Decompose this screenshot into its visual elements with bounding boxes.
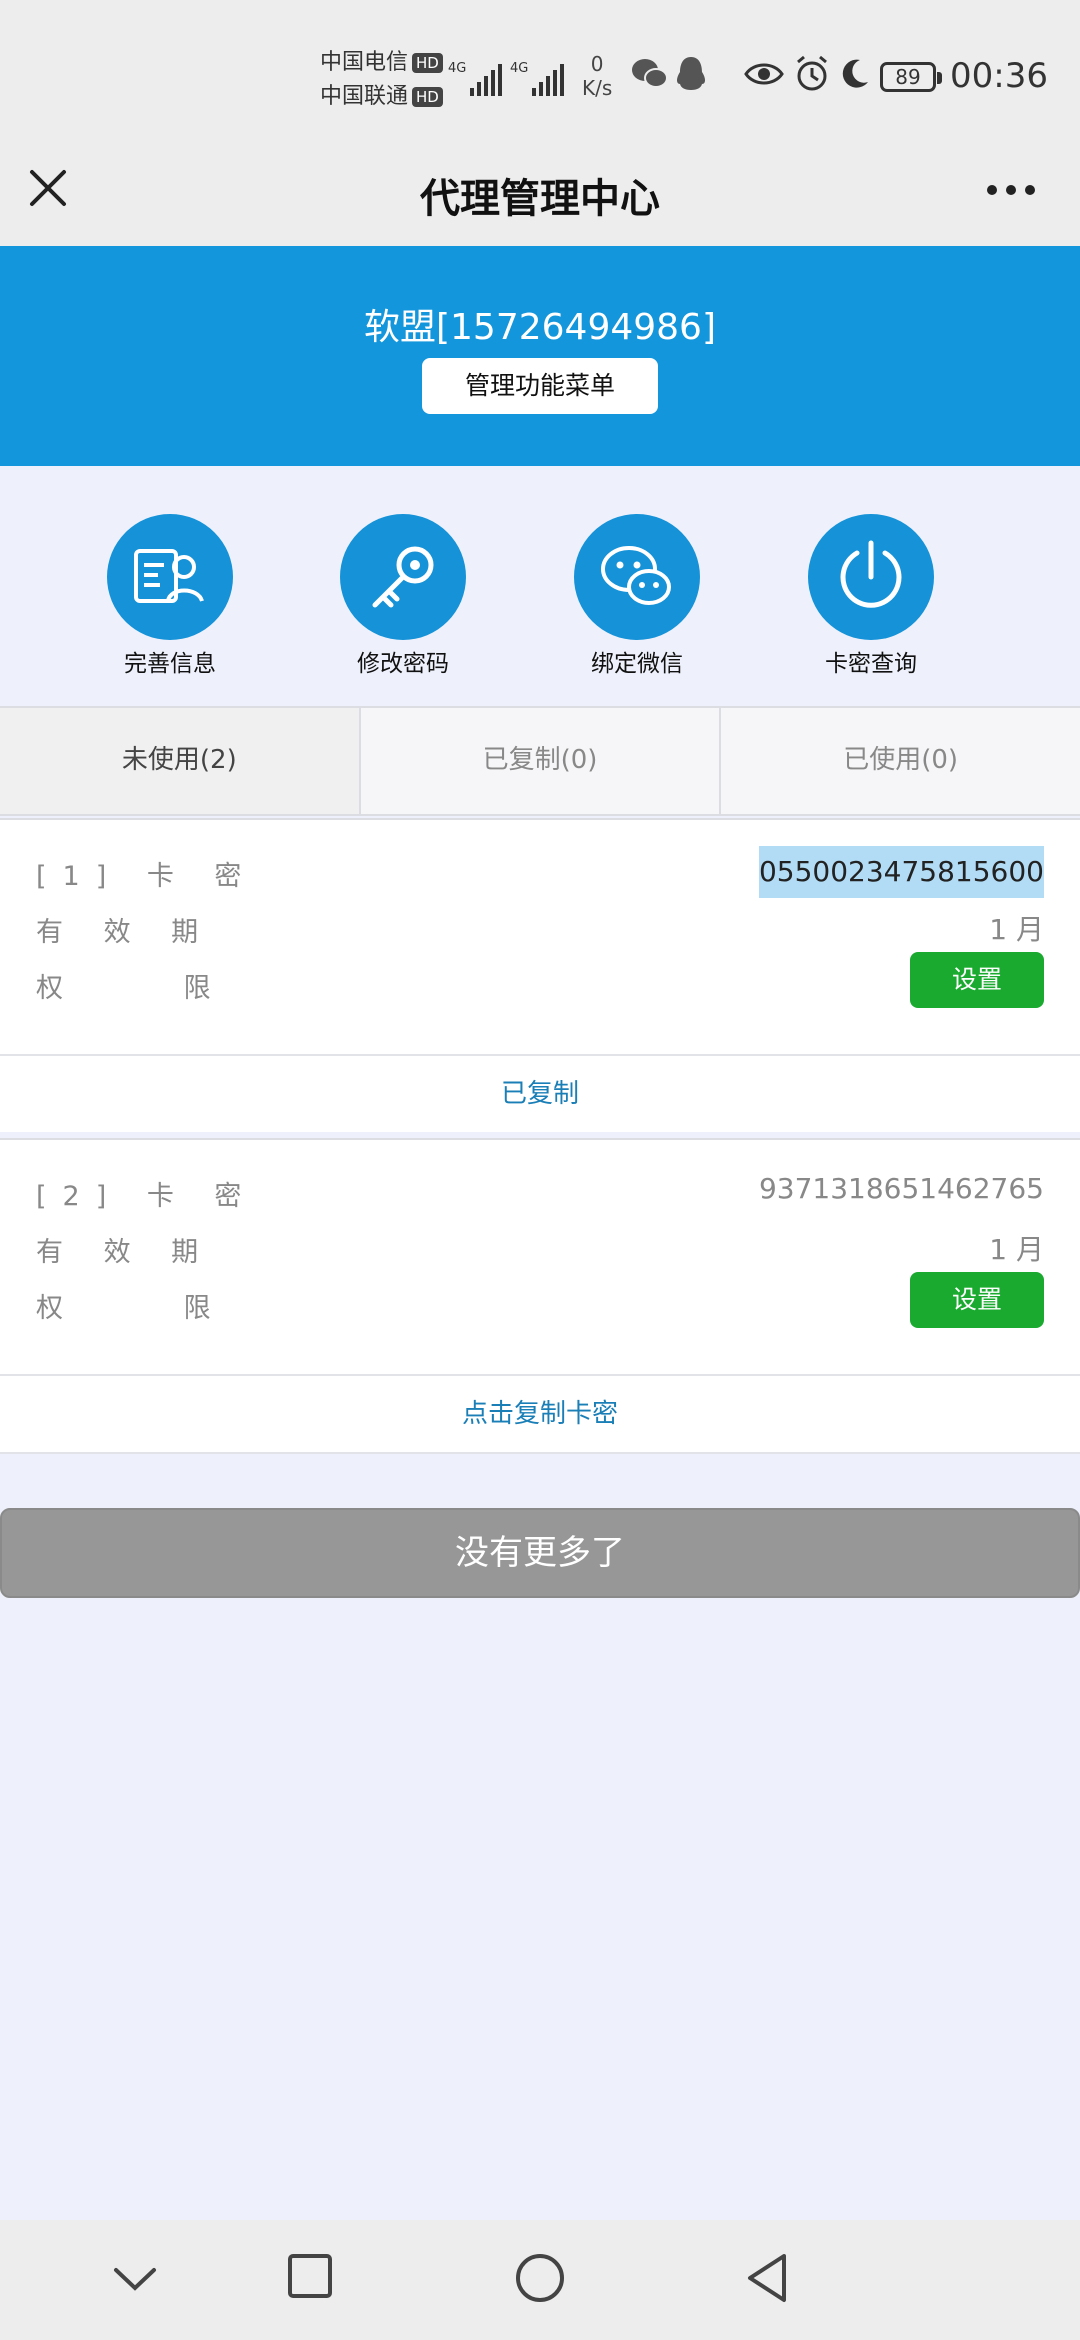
- hd-badge: HD: [412, 53, 443, 73]
- page-title: 代理管理中心: [420, 176, 660, 222]
- home-icon[interactable]: [514, 2252, 566, 2304]
- eye-icon: [744, 63, 784, 85]
- quick-actions: 完善信息 修改密码 绑定微信 卡密查询: [0, 466, 1080, 706]
- power-icon: [840, 540, 902, 608]
- wechat-icon: [601, 546, 671, 605]
- moon-icon: [842, 59, 868, 88]
- carrier-info: 中国电信 HD 中国联通 HD: [320, 46, 443, 114]
- back-icon[interactable]: [744, 2252, 792, 2304]
- hd-badge: HD: [412, 87, 443, 107]
- validity-value: 1 月: [989, 1233, 1044, 1266]
- system-nav-bar: [0, 2220, 1080, 2340]
- tab-used[interactable]: 已使用(0): [721, 708, 1080, 814]
- action-label: 完善信息: [124, 651, 216, 677]
- permission-label: 权 限: [36, 973, 267, 1004]
- svg-text:4G: 4G: [510, 61, 528, 76]
- validity-value: 1 月: [989, 913, 1044, 946]
- network-speed: 0 K/s: [582, 52, 613, 100]
- card-status-tabs: 未使用(2) 已复制(0) 已使用(0): [0, 706, 1080, 816]
- signal-4g-icon: 4G: [510, 61, 564, 96]
- chevron-down-icon[interactable]: [110, 2264, 160, 2294]
- action-label: 绑定微信: [591, 651, 683, 677]
- card-code[interactable]: 0550023475815600: [758, 846, 1044, 898]
- svg-text:4G: 4G: [448, 61, 466, 76]
- action-label: 修改密码: [357, 651, 449, 677]
- action-change-password[interactable]: 修改密码: [313, 514, 493, 678]
- status-bar: 中国电信 HD 中国联通 HD 4G 4G 0 K/s 89 00:36: [0, 0, 1080, 150]
- permission-label: 权 限: [36, 1293, 267, 1324]
- recent-apps-icon[interactable]: [286, 2252, 334, 2300]
- validity-label: 有 效 期: [36, 917, 215, 948]
- card-item: [1] 卡 密 0550023475815600 有 效 期 1 月 权 限 设…: [0, 818, 1080, 1056]
- validity-label: 有 效 期: [36, 1237, 215, 1268]
- action-card-query[interactable]: 卡密查询: [781, 514, 961, 678]
- alarm-icon: [797, 55, 827, 91]
- wechat-notify-icon: [632, 59, 668, 88]
- action-bind-wechat[interactable]: 绑定微信: [547, 514, 727, 678]
- card-index-label: [2] 卡 密: [36, 1181, 258, 1212]
- no-more-button[interactable]: 没有更多了: [0, 1508, 1080, 1598]
- key-icon: [372, 546, 434, 608]
- signal-4g-icon: 4G: [448, 61, 502, 96]
- management-menu-button[interactable]: 管理功能菜单: [422, 358, 658, 414]
- settings-button[interactable]: 设置: [910, 1272, 1044, 1328]
- tab-unused[interactable]: 未使用(2): [0, 708, 361, 814]
- qq-notify-icon: [677, 57, 705, 90]
- action-label: 卡密查询: [825, 651, 917, 677]
- action-complete-info[interactable]: 完善信息: [80, 514, 260, 678]
- carrier-2: 中国联通: [320, 84, 409, 109]
- agent-account: 软盟[15726494986]: [363, 307, 717, 348]
- carrier-1: 中国电信: [320, 50, 409, 75]
- tab-copied[interactable]: 已复制(0): [361, 708, 722, 814]
- profile-card-icon: [134, 549, 204, 603]
- title-bar: 代理管理中心: [0, 150, 1080, 246]
- clock: 00:36: [950, 56, 1048, 96]
- settings-button[interactable]: 设置: [910, 952, 1044, 1008]
- copy-card-link[interactable]: 点击复制卡密: [0, 1374, 1080, 1454]
- card-code[interactable]: 9371318651462765: [759, 1172, 1044, 1205]
- battery-indicator: 89: [880, 62, 942, 92]
- card-item: [2] 卡 密 9371318651462765 有 效 期 1 月 权 限 设…: [0, 1138, 1080, 1376]
- card-index-label: [1] 卡 密: [36, 861, 258, 892]
- more-options-icon[interactable]: [986, 184, 1036, 196]
- agent-banner: 软盟[15726494986] 管理功能菜单: [0, 246, 1080, 466]
- copy-status-link[interactable]: 已复制: [0, 1054, 1080, 1132]
